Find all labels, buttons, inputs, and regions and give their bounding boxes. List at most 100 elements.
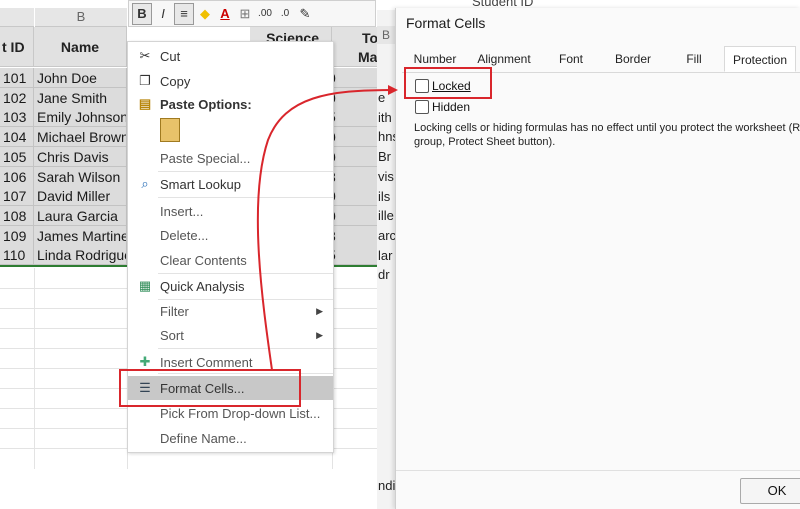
peek-fragment: ille	[378, 208, 394, 224]
search-icon: ⌕	[141, 176, 149, 191]
header-name[interactable]: Name	[34, 27, 127, 67]
cell-name[interactable]: Chris Davis	[34, 146, 127, 167]
menu-item-smart-lookup[interactable]: ⌕ Smart Lookup	[128, 172, 333, 196]
dialog-title: Format Cells	[406, 15, 486, 31]
borders-button[interactable]: ⊞	[236, 4, 254, 24]
cell-name[interactable]: Michael Brown	[34, 127, 127, 148]
cell-student-id[interactable]: 110	[0, 245, 34, 266]
menu-item-quick-analysis[interactable]: ▦ Quick Analysis	[128, 274, 333, 298]
dialog-tabs: Number Alignment Font Border Fill Protec…	[402, 46, 800, 73]
locked-label: Locked	[432, 79, 471, 93]
menu-item-label: Define Name...	[160, 430, 247, 446]
menu-item-filter[interactable]: Filter ▶	[128, 299, 333, 323]
menu-item-label: Paste Special...	[160, 150, 251, 166]
mini-toolbar: B I ≡ ◆ A ⊞ .00 .0 ✎	[128, 0, 376, 27]
tab-number[interactable]: Number	[402, 46, 468, 72]
tab-protection[interactable]: Protection	[724, 46, 796, 72]
decrease-decimal-button[interactable]: .0	[276, 4, 294, 24]
tab-fill[interactable]: Fill	[664, 46, 724, 72]
paste-icon[interactable]	[160, 118, 180, 142]
tab-border[interactable]: Border	[602, 46, 664, 72]
menu-item-insert-comment[interactable]: ✚ Insert Comment	[128, 350, 333, 374]
menu-item-paste-special[interactable]: Paste Special...	[128, 146, 333, 170]
ok-button[interactable]: OK	[740, 478, 800, 504]
cell-student-id[interactable]: 105	[0, 146, 34, 167]
menu-item-label: Insert...	[160, 203, 204, 219]
menu-item-sort[interactable]: Sort ▶	[128, 323, 333, 347]
chevron-right-icon: ▶	[316, 329, 323, 340]
cell-name[interactable]: Jane Smith	[34, 87, 127, 108]
cell-student-id[interactable]: 103	[0, 107, 34, 128]
scissors-icon: ✂	[139, 48, 151, 63]
menu-item-delete[interactable]: Delete...	[128, 223, 333, 247]
cell-student-id[interactable]: 107	[0, 186, 34, 207]
cell-student-id[interactable]: 109	[0, 225, 34, 246]
italic-button[interactable]: I	[154, 4, 172, 24]
menu-separator	[158, 373, 333, 374]
menu-item-label: Clear Contents	[160, 252, 247, 268]
menu-item-format-cells[interactable]: ☰ Format Cells...	[128, 376, 333, 400]
cell-student-id[interactable]: 106	[0, 166, 34, 187]
dialog-footer-divider	[396, 470, 800, 471]
menu-item-define-name[interactable]: Define Name...	[128, 426, 333, 450]
cell-student-id[interactable]: 102	[0, 87, 34, 108]
hidden-checkbox[interactable]	[415, 100, 429, 114]
header-student-id[interactable]: t ID	[0, 27, 34, 67]
tab-font[interactable]: Font	[540, 46, 602, 72]
menu-item-copy[interactable]: ❐ Copy	[128, 69, 333, 93]
menu-separator	[158, 197, 333, 198]
menu-item-label: Pick From Drop-down List...	[160, 405, 321, 421]
protection-note-line2: group, Protect Sheet button).	[414, 136, 556, 148]
locked-checkbox[interactable]	[415, 79, 429, 93]
column-header-b-peek: B	[377, 26, 395, 44]
cell-name[interactable]: Linda Rodrigues	[34, 245, 127, 266]
menu-item-label: Smart Lookup	[160, 176, 241, 192]
peek-fragment: ils	[378, 188, 391, 204]
header-total[interactable]: Tot Ma	[332, 27, 382, 67]
cell-name[interactable]: James Martinez	[34, 225, 127, 246]
peek-fragment: hns	[378, 129, 395, 145]
fill-color-button[interactable]: ◆	[196, 4, 214, 24]
column-header-b[interactable]: B	[35, 8, 127, 27]
comment-icon: ✚	[139, 354, 151, 369]
context-menu: ✂ Cut ❐ Copy ▤ Paste Options: Paste Spec…	[127, 41, 334, 453]
menu-item-clear-contents[interactable]: Clear Contents	[128, 248, 333, 272]
cell-name[interactable]: John Doe	[34, 68, 127, 88]
cell-name[interactable]: David Miller	[34, 186, 127, 207]
format-painter-button[interactable]: ✎	[296, 4, 314, 24]
peek-fragment: vis	[378, 168, 394, 184]
menu-item-label: Paste Options:	[160, 96, 252, 112]
font-color-button[interactable]: A	[216, 4, 234, 24]
menu-item-label: Quick Analysis	[160, 278, 245, 294]
menu-item-label: Format Cells...	[160, 380, 245, 396]
peek-fragment: lar	[378, 247, 393, 263]
menu-item-pick-dropdown[interactable]: Pick From Drop-down List...	[128, 401, 333, 425]
peek-fragment: ith	[378, 109, 392, 125]
menu-item-cut[interactable]: ✂ Cut	[128, 44, 333, 68]
column-header-a[interactable]	[0, 8, 34, 27]
menu-item-paste-options: ▤ Paste Options:	[128, 92, 333, 116]
format-cells-dialog: Format Cells Number Alignment Font Borde…	[395, 8, 800, 509]
cell-name[interactable]: Sarah Wilson	[34, 166, 127, 187]
bold-button[interactable]: B	[132, 2, 152, 25]
chevron-right-icon: ▶	[316, 305, 323, 316]
quick-analysis-icon: ▦	[138, 278, 152, 293]
cell-student-id[interactable]: 101	[0, 68, 34, 88]
menu-item-label: Sort	[160, 327, 184, 343]
grid-line	[34, 268, 35, 469]
cell-name[interactable]: Laura Garcia	[34, 205, 127, 226]
peek-fragment: Br	[378, 149, 391, 165]
cell-name[interactable]: Emily Johnson	[34, 107, 127, 128]
cell-student-id[interactable]: 104	[0, 127, 34, 148]
hidden-label: Hidden	[432, 100, 471, 114]
peek-fragment: e	[378, 90, 386, 105]
menu-separator	[158, 348, 333, 349]
align-button[interactable]: ≡	[174, 2, 194, 25]
menu-item-label: Filter	[160, 303, 189, 319]
menu-item-insert[interactable]: Insert...	[128, 199, 333, 223]
cell-student-id[interactable]: 108	[0, 205, 34, 226]
increase-decimal-button[interactable]: .00	[256, 4, 274, 24]
sheet-peek: B e ith hns Br vis ils ille arc lar dr ndi	[377, 10, 395, 509]
tab-alignment[interactable]: Alignment	[468, 46, 540, 72]
menu-item-label: Cut	[160, 48, 181, 64]
